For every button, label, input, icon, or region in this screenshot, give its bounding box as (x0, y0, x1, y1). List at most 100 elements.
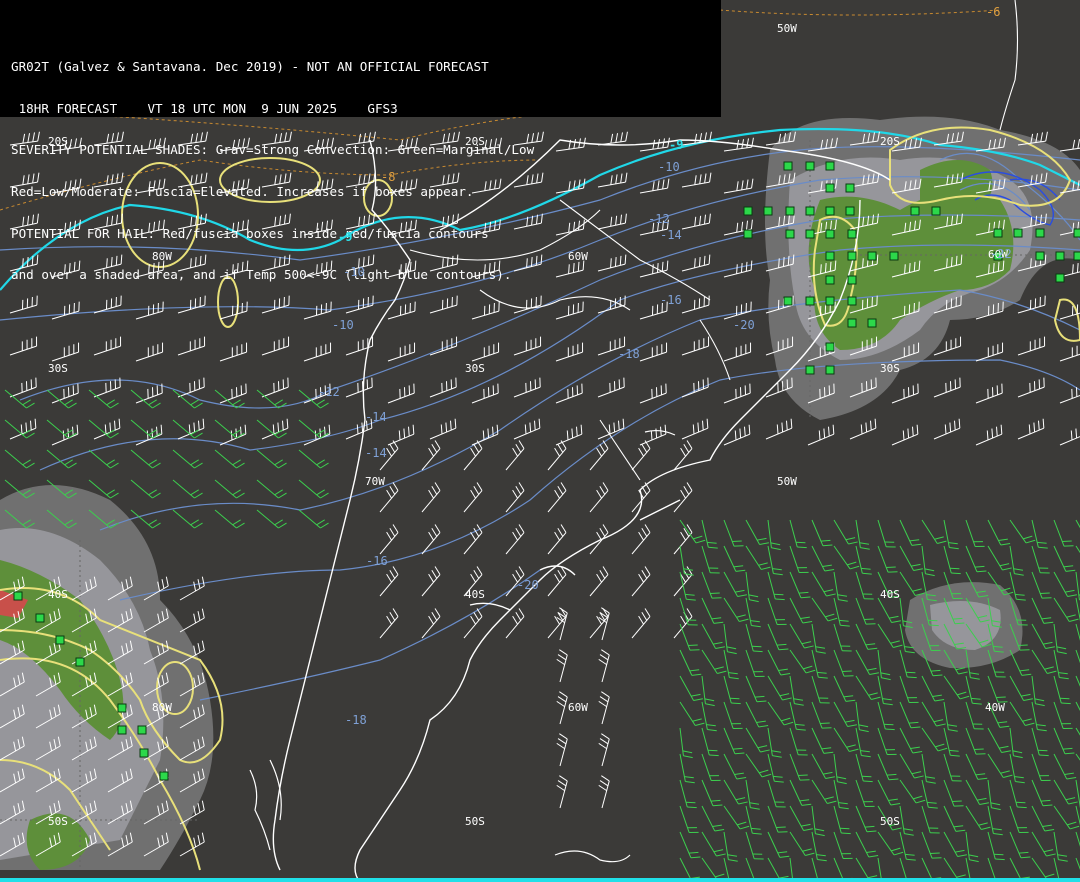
hail-box (159, 771, 169, 781)
temp-label-cyan: -9 (338, 230, 353, 244)
wind-barb (421, 524, 441, 555)
hail-box (1055, 273, 1065, 283)
wind-barb (855, 831, 879, 858)
wind-barb (429, 295, 458, 314)
hail-box (825, 342, 835, 352)
wind-barb (513, 336, 542, 356)
wind-barb (9, 418, 37, 440)
hail-box (805, 206, 815, 216)
wind-barb (1053, 519, 1074, 547)
hail-box (743, 206, 753, 216)
wind-barb (387, 342, 416, 362)
hail-box (845, 183, 855, 193)
hail-box (75, 657, 85, 667)
wind-barb (1075, 779, 1080, 808)
wind-barb (855, 701, 869, 733)
wind-barb (921, 831, 942, 859)
wind-barb (811, 805, 825, 837)
wind-barb (303, 342, 332, 362)
wind-barb (93, 336, 122, 356)
wind-barb (513, 377, 541, 398)
wind-barb (899, 727, 923, 754)
wind-barb (745, 571, 759, 603)
wind-barb (723, 779, 748, 805)
wind-barb (723, 383, 751, 404)
wind-barb (673, 608, 693, 639)
wind-barb (1053, 727, 1075, 755)
wind-barb (877, 753, 899, 781)
wind-barb (767, 649, 791, 676)
temp-label: -10 (343, 265, 365, 279)
wind-barb (1075, 623, 1080, 652)
wind-barb (933, 418, 961, 440)
wind-barb (789, 649, 816, 674)
forecast-header: GR02T (Galvez & Santavana. Dec 2019) - N… (0, 0, 721, 282)
temp-label: -14 (365, 446, 387, 460)
wind-barb (723, 519, 744, 547)
wind-barb (379, 524, 399, 555)
wind-barb (379, 608, 399, 639)
hail-box (1073, 228, 1080, 238)
hail-box (825, 365, 835, 375)
wind-barb (807, 424, 835, 446)
wind-barb (975, 383, 1003, 404)
wind-barb (429, 418, 457, 440)
temp-label-cyan: -9 (669, 138, 684, 152)
wind-barb (833, 701, 857, 727)
wind-barb (51, 301, 80, 320)
wind-barb (987, 779, 1001, 811)
wind-barb (1053, 753, 1077, 780)
wind-barb (1031, 675, 1045, 707)
lat-label: 50S (48, 815, 68, 828)
wind-barb (130, 479, 161, 499)
hail-box (825, 275, 835, 285)
wind-barb (387, 424, 415, 446)
wind-barb (463, 524, 483, 555)
wind-barb (943, 831, 967, 857)
wind-barb (745, 727, 770, 753)
lat-label: 20S (48, 135, 68, 148)
wind-barb (723, 805, 750, 830)
wind-barb (767, 831, 790, 858)
wind-barb (811, 831, 827, 862)
wind-barb (855, 623, 878, 650)
hail-box (35, 613, 45, 623)
wind-barb (965, 727, 986, 755)
wind-barb (1009, 831, 1031, 859)
wind-barb (765, 418, 793, 440)
wind-barb (9, 336, 38, 356)
wind-barb (631, 566, 651, 597)
wind-barb (298, 419, 329, 439)
wind-barb (943, 675, 970, 700)
lat-label: 30S (48, 362, 68, 375)
wind-barb (130, 389, 161, 409)
wind-barb (1075, 701, 1080, 728)
wind-barb (463, 440, 483, 471)
wind-barb (701, 701, 717, 732)
wind-barb (767, 623, 789, 651)
wind-barb (1059, 345, 1080, 362)
wind-barb (921, 701, 946, 727)
wind-barb (631, 608, 651, 639)
temp-label: -12 (318, 385, 340, 399)
wind-barb (899, 571, 925, 596)
lat-label: 20S (880, 135, 900, 148)
header-title: GR02T (Galvez & Santavana. Dec 2019) - N… (11, 58, 489, 74)
wind-barb (130, 419, 161, 439)
wind-barb (673, 440, 693, 471)
wind-barb (1075, 753, 1080, 778)
temp-label: -18 (618, 347, 640, 361)
wind-barb (597, 377, 625, 398)
hail-box (867, 251, 877, 261)
hail-box (847, 318, 857, 328)
hail-box (825, 251, 835, 261)
temp-label: -16 (660, 293, 682, 307)
wind-barb (1059, 387, 1080, 404)
wind-barb (172, 389, 203, 409)
wind-barb (767, 545, 783, 576)
temp-label: -20 (733, 318, 755, 332)
wind-barb (933, 377, 961, 398)
wind-barb (673, 566, 693, 597)
wind-barb (723, 831, 738, 862)
wind-barb (547, 608, 567, 639)
